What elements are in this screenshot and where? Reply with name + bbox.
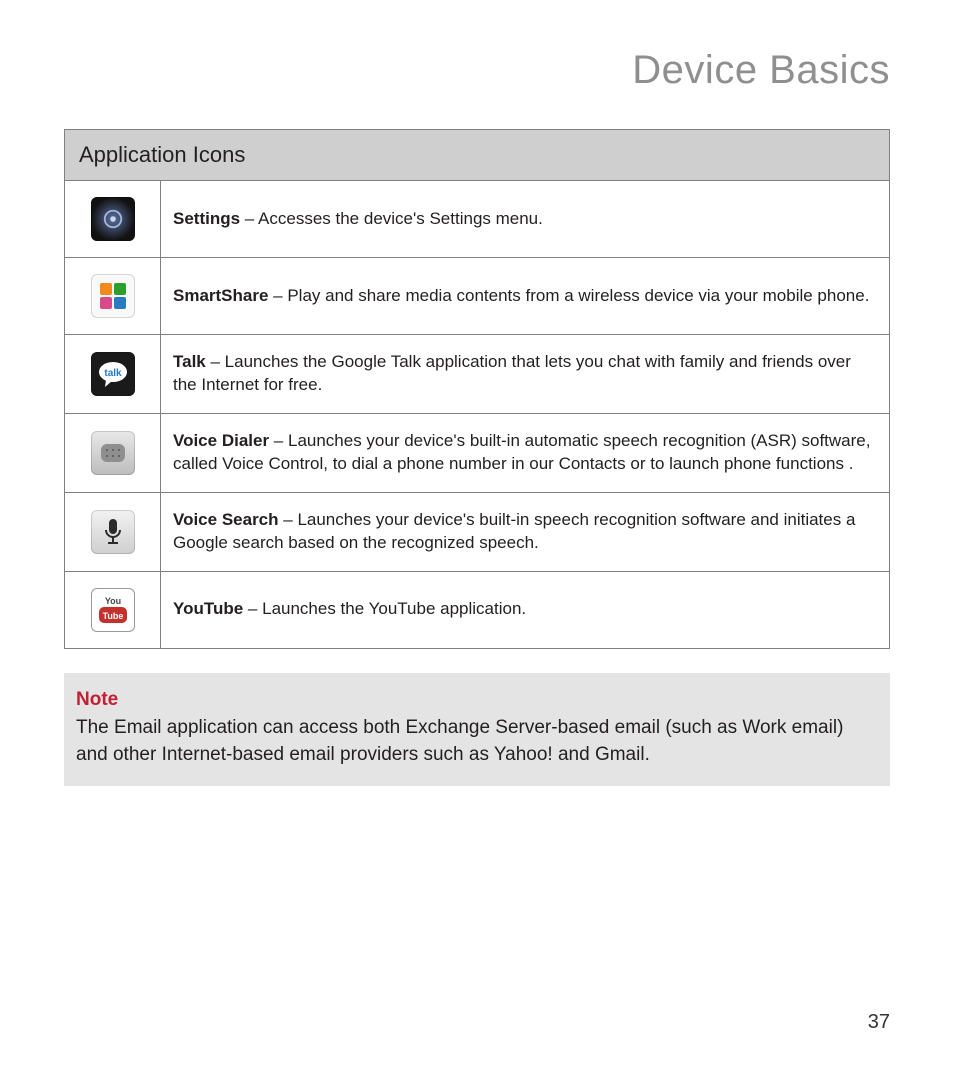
svg-text:talk: talk	[104, 368, 122, 379]
note-box: Note The Email application can access bo…	[64, 673, 890, 787]
table-row: talk Talk – Launches the Google Talk app…	[65, 335, 890, 414]
page-number: 37	[868, 1011, 890, 1034]
row-description: Talk – Launches the Google Talk applicat…	[161, 335, 890, 414]
note-label: Note	[76, 687, 878, 714]
row-description: Settings – Accesses the device's Setting…	[161, 181, 890, 258]
application-icons-table: Application Icons Settings – Accesses th…	[64, 129, 890, 649]
table-row: Voice Dialer – Launches your device's bu…	[65, 413, 890, 492]
row-description: YouTube – Launches the YouTube applicati…	[161, 571, 890, 648]
app-name: Talk	[173, 352, 206, 371]
app-name: Voice Search	[173, 510, 279, 529]
page-title: Device Basics	[64, 48, 890, 93]
svg-text:Tube: Tube	[102, 611, 123, 621]
youtube-icon: You Tube	[91, 588, 135, 632]
note-text: The Email application can access both Ex…	[76, 717, 843, 765]
table-row: Voice Search – Launches your device's bu…	[65, 492, 890, 571]
talk-icon: talk	[91, 352, 135, 396]
app-name: SmartShare	[173, 286, 268, 305]
table-row: Settings – Accesses the device's Setting…	[65, 181, 890, 258]
app-name: Settings	[173, 209, 240, 228]
row-description: Voice Dialer – Launches your device's bu…	[161, 413, 890, 492]
row-description: Voice Search – Launches your device's bu…	[161, 492, 890, 571]
row-description: SmartShare – Play and share media conten…	[161, 258, 890, 335]
app-name: Voice Dialer	[173, 431, 269, 450]
voice-search-icon	[91, 510, 135, 554]
app-name: YouTube	[173, 599, 243, 618]
voice-dialer-icon	[91, 431, 135, 475]
smartshare-icon	[91, 274, 135, 318]
table-row: SmartShare – Play and share media conten…	[65, 258, 890, 335]
table-header: Application Icons	[65, 130, 890, 181]
settings-icon	[91, 197, 135, 241]
svg-text:You: You	[104, 596, 120, 606]
table-row: You Tube YouTube – Launches the YouTube …	[65, 571, 890, 648]
